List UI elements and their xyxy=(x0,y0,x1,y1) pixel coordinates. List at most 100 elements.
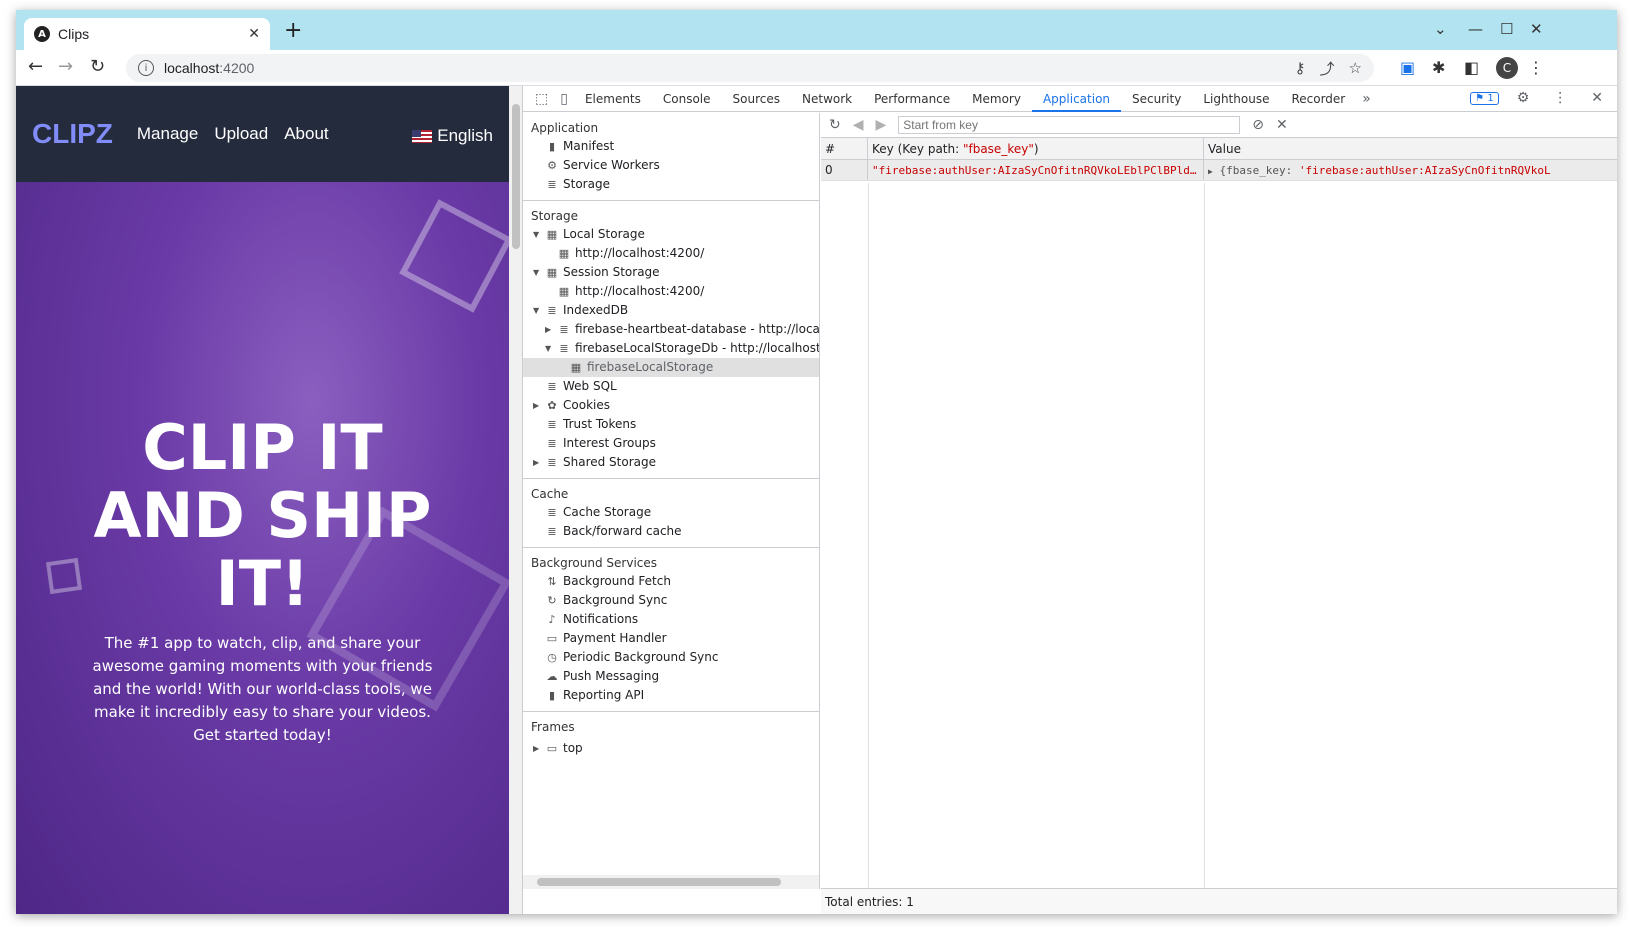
tab-application[interactable]: Application xyxy=(1031,86,1122,112)
expanded-arrow-icon[interactable]: ▼ xyxy=(533,301,539,320)
share-icon[interactable]: ⤴ xyxy=(1320,58,1335,79)
sidebar-item-bfcache[interactable]: ≣ Back/forward cache xyxy=(523,522,819,541)
sidebar-item-service-workers[interactable]: ⚙ Service Workers xyxy=(523,156,819,175)
tab-search-chevron-icon[interactable]: ⌄ xyxy=(1434,20,1447,38)
nav-about[interactable]: About xyxy=(284,124,328,144)
profile-avatar[interactable]: C xyxy=(1496,57,1518,79)
sidebar-item-idb-heartbeat[interactable]: ▶ ≣ firebase-heartbeat-database - http://l… xyxy=(523,320,819,339)
sidebar-item-local-storage-origin[interactable]: ▦ http://localhost:4200/ xyxy=(523,244,819,263)
collapsed-arrow-icon[interactable]: ▶ xyxy=(533,453,539,472)
expanded-arrow-icon[interactable]: ▼ xyxy=(533,225,539,244)
sidebar-item-frame-top[interactable]: ▶ ▭ top xyxy=(523,739,819,758)
header-key[interactable]: Key (Key path: "fbase_key") xyxy=(868,138,1204,159)
sidebar-item-periodic-sync[interactable]: ◷ Periodic Background Sync xyxy=(523,648,819,667)
tab-memory[interactable]: Memory xyxy=(961,86,1032,112)
sidebar-item-background-sync[interactable]: ↻ Background Sync xyxy=(523,591,819,610)
sidebar-item-idb-local[interactable]: ▼ ≣ firebaseLocalStorageDb - http://localh… xyxy=(523,339,819,358)
sidebar-item-web-sql[interactable]: ≣ Web SQL xyxy=(523,377,819,396)
settings-gear-icon[interactable]: ⚙ xyxy=(1511,90,1536,106)
sidebar-item-payment-handler[interactable]: ▭ Payment Handler xyxy=(523,629,819,648)
new-tab-button[interactable]: + xyxy=(284,20,302,42)
more-tabs-icon[interactable]: » xyxy=(1356,91,1377,107)
sidebar-item-cache-storage[interactable]: ≣ Cache Storage xyxy=(523,503,819,522)
sidebar-item-session-storage-origin[interactable]: ▦ http://localhost:4200/ xyxy=(523,282,819,301)
sidebar-item-indexeddb[interactable]: ▼ ≣ IndexedDB xyxy=(523,301,819,320)
item-label: firebaseLocalStorage xyxy=(587,360,714,374)
language-selector[interactable]: English xyxy=(412,126,493,146)
sidebar-item-background-fetch[interactable]: ⇅ Background Fetch xyxy=(523,572,819,591)
sidebar-scrollbar-thumb[interactable] xyxy=(537,878,781,886)
delete-selected-icon[interactable]: ✕ xyxy=(1276,117,1288,133)
clear-object-store-icon[interactable]: ⊘ xyxy=(1252,117,1264,133)
item-label: Trust Tokens xyxy=(563,417,637,431)
back-arrow-icon[interactable]: ← xyxy=(28,56,43,78)
sidebar-item-reporting-api[interactable]: ▮ Reporting API xyxy=(523,686,819,705)
collapsed-arrow-icon[interactable]: ▶ xyxy=(533,739,539,758)
gear-icon: ⚙ xyxy=(547,159,557,172)
item-label: http://localhost:4200/ xyxy=(575,284,705,298)
menu-kebab-icon[interactable]: ⋮ xyxy=(1528,58,1544,77)
tab-network[interactable]: Network xyxy=(791,86,863,112)
sidebar-item-cookies[interactable]: ▶ ✿ Cookies xyxy=(523,396,819,415)
sidebar-item-push-messaging[interactable]: ☁ Push Messaging xyxy=(523,667,819,686)
expand-object-arrow-icon[interactable]: ▶ xyxy=(1208,167,1213,176)
key-header-label: Key (Key path: xyxy=(872,142,963,156)
forward-arrow-icon[interactable]: → xyxy=(58,56,73,78)
side-panel-icon[interactable]: ◧ xyxy=(1464,58,1479,77)
sidebar-item-storage[interactable]: ≣ Storage xyxy=(523,175,819,194)
sidebar-item-idb-store[interactable]: ▦ firebaseLocalStorage xyxy=(523,358,819,377)
collapsed-arrow-icon[interactable]: ▶ xyxy=(545,320,551,339)
header-number[interactable]: # xyxy=(821,138,868,159)
previous-page-icon[interactable]: ◀ xyxy=(853,117,864,133)
sidebar-item-shared-storage[interactable]: ▶ ≣ Shared Storage xyxy=(523,453,819,472)
extension-n-icon[interactable]: ▣ xyxy=(1400,58,1415,77)
sidebar-horizontal-scrollbar[interactable] xyxy=(523,875,820,889)
tab-elements[interactable]: Elements xyxy=(574,86,652,112)
next-page-icon[interactable]: ▶ xyxy=(876,117,887,133)
maximize-icon[interactable]: ☐ xyxy=(1500,20,1513,38)
collapsed-arrow-icon[interactable]: ▶ xyxy=(533,396,539,415)
sidebar-item-notifications[interactable]: ♪ Notifications xyxy=(523,610,819,629)
bookmark-star-icon[interactable]: ☆ xyxy=(1349,59,1362,77)
inspect-element-icon[interactable]: ⬚ xyxy=(529,91,554,107)
address-bar[interactable]: i localhost:4200 ⚷ ⤴ ☆ xyxy=(126,54,1374,82)
site-brand[interactable]: CLIPZ xyxy=(32,118,113,150)
nav-manage[interactable]: Manage xyxy=(137,124,198,144)
tab-lighthouse[interactable]: Lighthouse xyxy=(1192,86,1280,112)
sidebar-item-trust-tokens[interactable]: ≣ Trust Tokens xyxy=(523,415,819,434)
site-info-icon[interactable]: i xyxy=(138,60,154,76)
tab-sources[interactable]: Sources xyxy=(722,86,791,112)
sidebar-item-manifest[interactable]: ▮ Manifest xyxy=(523,137,819,156)
refresh-icon[interactable]: ↻ xyxy=(829,117,841,133)
devtools-menu-icon[interactable]: ⋮ xyxy=(1547,90,1573,106)
tab-console[interactable]: Console xyxy=(652,86,722,112)
sidebar-item-interest-groups[interactable]: ≣ Interest Groups xyxy=(523,434,819,453)
sidebar-item-session-storage[interactable]: ▼ ▦ Session Storage xyxy=(523,263,819,282)
close-window-icon[interactable]: ✕ xyxy=(1530,20,1543,38)
device-toolbar-icon[interactable]: ▯ xyxy=(554,91,574,107)
key-icon[interactable]: ⚷ xyxy=(1295,59,1306,77)
minimize-icon[interactable]: — xyxy=(1468,20,1483,38)
table-row[interactable]: 0 "firebase:authUser:AIzaSyCnOfitnRQVkoL… xyxy=(821,160,1617,181)
row-value[interactable]: ▶ {fbase_key: 'firebase:authUser:AIzaSyC… xyxy=(1204,160,1617,180)
page-scrollbar-thumb[interactable] xyxy=(512,104,520,249)
tab-security[interactable]: Security xyxy=(1121,86,1192,112)
expanded-arrow-icon[interactable]: ▼ xyxy=(533,263,539,282)
language-label: English xyxy=(437,126,493,145)
nav-upload[interactable]: Upload xyxy=(214,124,268,144)
close-devtools-icon[interactable]: ✕ xyxy=(1585,90,1609,106)
url-text[interactable]: localhost:4200 xyxy=(164,60,1281,76)
expanded-arrow-icon[interactable]: ▼ xyxy=(545,339,551,358)
tab-recorder[interactable]: Recorder xyxy=(1280,86,1356,112)
sidebar-item-local-storage[interactable]: ▼ ▦ Local Storage xyxy=(523,225,819,244)
reload-icon[interactable]: ↻ xyxy=(90,56,105,78)
browser-tab-clips[interactable]: A Clips ✕ xyxy=(24,18,270,50)
page-scrollbar[interactable] xyxy=(509,86,523,914)
close-tab-icon[interactable]: ✕ xyxy=(248,26,260,42)
extensions-puzzle-icon[interactable]: ✱ xyxy=(1432,58,1445,77)
item-label: Storage xyxy=(563,177,610,191)
issues-badge[interactable]: ⚑ 1 xyxy=(1470,91,1499,105)
header-value[interactable]: Value xyxy=(1204,138,1617,159)
tab-performance[interactable]: Performance xyxy=(863,86,961,112)
start-from-key-input[interactable] xyxy=(898,116,1241,134)
